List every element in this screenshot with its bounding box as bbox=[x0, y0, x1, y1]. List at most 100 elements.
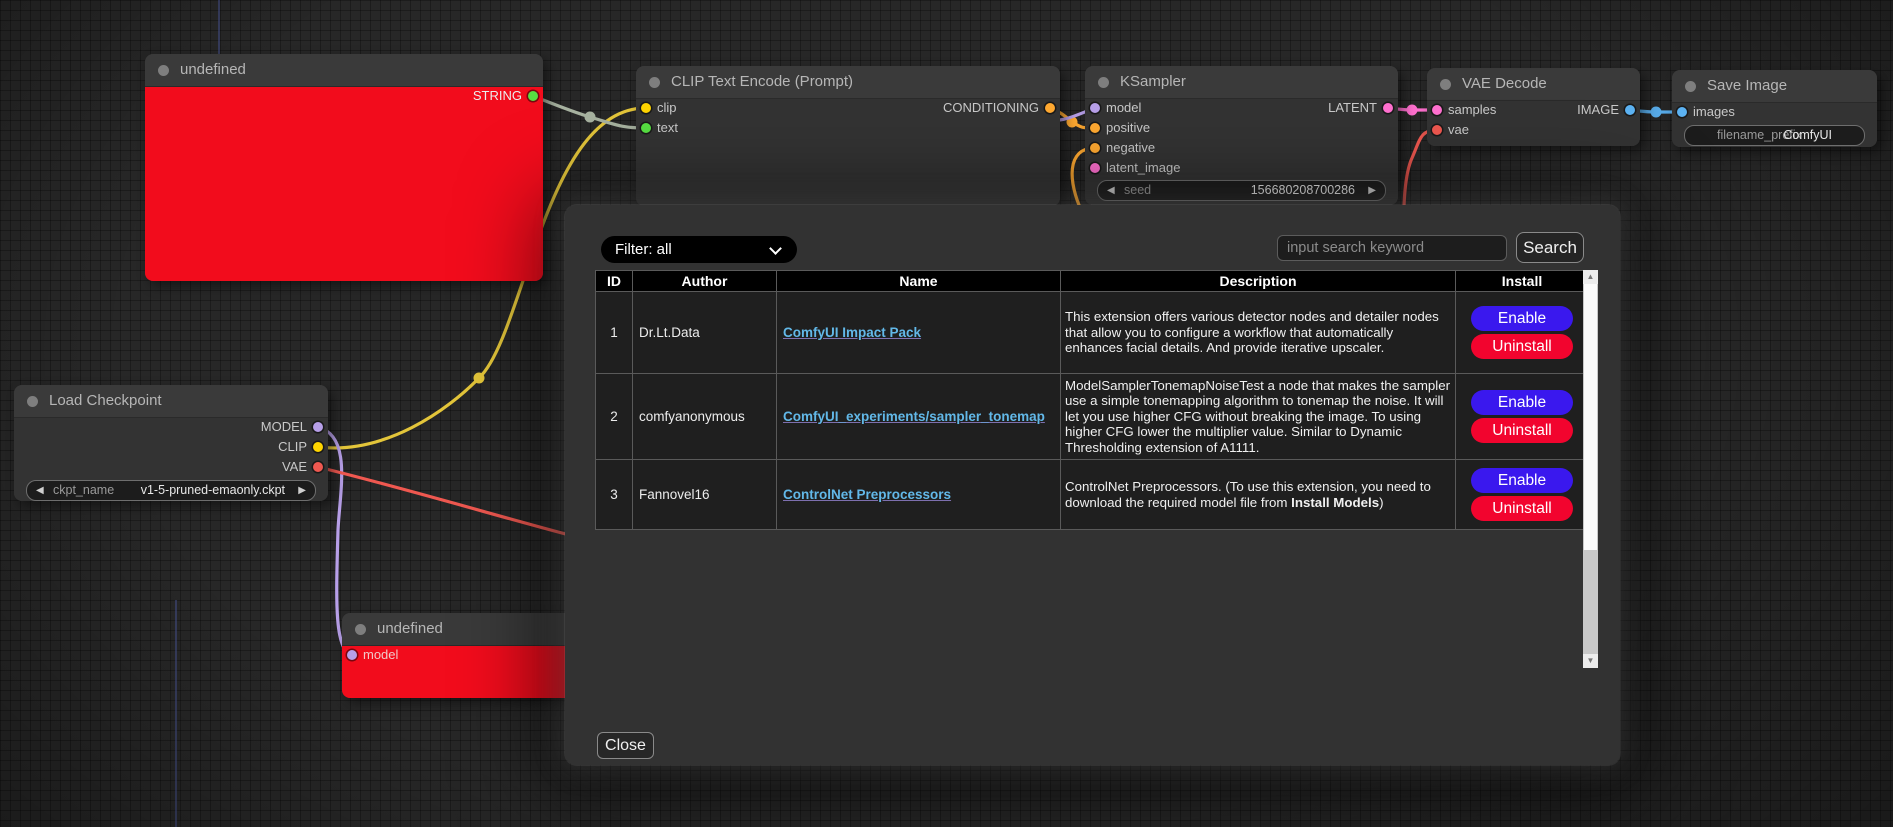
node-title-bar[interactable]: undefined bbox=[145, 54, 543, 86]
enable-button[interactable]: Enable bbox=[1471, 468, 1573, 493]
description-text: ) bbox=[1379, 495, 1383, 510]
uninstall-button[interactable]: Uninstall bbox=[1471, 496, 1573, 521]
close-button[interactable]: Close bbox=[597, 732, 654, 759]
collapse-dot[interactable] bbox=[1098, 77, 1109, 88]
node-load-checkpoint[interactable]: Load CheckpointMODELCLIPVAE◀▶ckpt_namev1… bbox=[14, 385, 328, 501]
node-title: undefined bbox=[377, 620, 443, 637]
collapse-dot[interactable] bbox=[355, 624, 366, 635]
widget-label: ckpt_name bbox=[53, 483, 114, 498]
reroute-dot[interactable] bbox=[1407, 105, 1418, 116]
column-header-author: Author bbox=[633, 271, 777, 292]
scroll-up-arrow-icon[interactable]: ▲ bbox=[1583, 270, 1598, 284]
extension-link[interactable]: ControlNet Preprocessors bbox=[783, 487, 951, 502]
output-LATENT-label: LATENT bbox=[1328, 100, 1377, 116]
filter-select[interactable]: Filter: all bbox=[601, 236, 797, 263]
input-negative-dot[interactable] bbox=[1090, 143, 1100, 153]
output-MODEL-dot[interactable] bbox=[313, 422, 323, 432]
input-positive-dot[interactable] bbox=[1090, 123, 1100, 133]
node-title-bar[interactable]: KSampler bbox=[1085, 66, 1398, 98]
output-VAE-label: VAE bbox=[282, 459, 307, 475]
description-bold-text: Install Models bbox=[1291, 495, 1379, 510]
collapse-dot[interactable] bbox=[649, 77, 660, 88]
node-title-bar[interactable]: Save Image bbox=[1672, 70, 1877, 102]
extension-manager-dialog: Filter: all Search IDAuthorNameDescripti… bbox=[565, 205, 1620, 765]
extension-link[interactable]: ComfyUI_experiments/sampler_tonemap bbox=[783, 409, 1045, 424]
scroll-down-arrow-icon[interactable]: ▼ bbox=[1583, 654, 1598, 668]
collapse-dot[interactable] bbox=[1685, 81, 1696, 92]
cell-author: comfyanonymous bbox=[633, 374, 777, 460]
filter-select-label: Filter: all bbox=[615, 241, 672, 258]
reroute-dot[interactable] bbox=[1651, 107, 1662, 118]
cell-name: ComfyUI_experiments/sampler_tonemap bbox=[777, 374, 1061, 460]
node-undefined-string[interactable]: undefinedSTRING bbox=[145, 54, 543, 281]
node-title-bar[interactable]: CLIP Text Encode (Prompt) bbox=[636, 66, 1060, 98]
output-CONDITIONING-dot[interactable] bbox=[1045, 103, 1055, 113]
output-CLIP-dot[interactable] bbox=[313, 442, 323, 452]
output-IMAGE-dot[interactable] bbox=[1625, 105, 1635, 115]
node-body bbox=[145, 86, 543, 281]
node-vae-decode[interactable]: VAE DecodesamplesvaeIMAGE bbox=[1427, 68, 1640, 146]
table-header-row: IDAuthorNameDescriptionInstall bbox=[596, 271, 1589, 292]
node-title: Load Checkpoint bbox=[49, 392, 162, 409]
input-text-dot[interactable] bbox=[641, 123, 651, 133]
input-model-dot[interactable] bbox=[347, 650, 357, 660]
scrollbar-thumb[interactable] bbox=[1584, 284, 1597, 550]
enable-button[interactable]: Enable bbox=[1471, 306, 1573, 331]
node-title: VAE Decode bbox=[1462, 75, 1547, 92]
collapse-dot[interactable] bbox=[1440, 79, 1451, 90]
node-title-bar[interactable]: VAE Decode bbox=[1427, 68, 1640, 100]
output-VAE-dot[interactable] bbox=[313, 462, 323, 472]
cell-id: 1 bbox=[596, 292, 633, 374]
description-text: ModelSamplerTonemapNoiseTest a node that… bbox=[1065, 378, 1450, 455]
table-scrollbar[interactable]: ▲ ▼ bbox=[1583, 270, 1598, 668]
widget-value: 156680208700286 bbox=[1251, 183, 1355, 198]
search-button[interactable]: Search bbox=[1516, 232, 1584, 263]
widget-seed[interactable]: ◀▶seed156680208700286 bbox=[1097, 180, 1386, 201]
cell-name: ControlNet Preprocessors bbox=[777, 460, 1061, 530]
input-images-dot[interactable] bbox=[1677, 107, 1687, 117]
cell-id: 2 bbox=[596, 374, 633, 460]
input-positive-label: positive bbox=[1106, 120, 1150, 136]
node-title-bar[interactable]: Load Checkpoint bbox=[14, 385, 328, 417]
input-latent_image-dot[interactable] bbox=[1090, 163, 1100, 173]
widget-value: v1-5-pruned-emaonly.ckpt bbox=[141, 483, 285, 498]
node-title: CLIP Text Encode (Prompt) bbox=[671, 73, 853, 90]
node-ksampler[interactable]: KSamplermodelpositivenegativelatent_imag… bbox=[1085, 66, 1398, 205]
collapse-dot[interactable] bbox=[27, 396, 38, 407]
widget-value: ComfyUI bbox=[1783, 128, 1832, 143]
input-clip-dot[interactable] bbox=[641, 103, 651, 113]
collapse-dot[interactable] bbox=[158, 65, 169, 76]
widget-decrement-icon[interactable]: ◀ bbox=[1107, 184, 1115, 197]
graph-canvas[interactable]: Filter: all Search IDAuthorNameDescripti… bbox=[0, 0, 1893, 827]
output-LATENT-dot[interactable] bbox=[1383, 103, 1393, 113]
widget-ckpt_name[interactable]: ◀ ▶ ckpt_name v1-5-pruned-emaonly.ckpt bbox=[26, 480, 316, 501]
enable-button[interactable]: Enable bbox=[1471, 390, 1573, 415]
extension-row-1: 1Dr.Lt.DataComfyUI Impact PackThis exten… bbox=[596, 292, 1589, 374]
cell-install: Enable Uninstall bbox=[1456, 374, 1589, 460]
column-header-name: Name bbox=[777, 271, 1061, 292]
search-input[interactable] bbox=[1277, 235, 1507, 261]
uninstall-button[interactable]: Uninstall bbox=[1471, 334, 1573, 359]
node-clip-text-encode[interactable]: CLIP Text Encode (Prompt)cliptextCONDITI… bbox=[636, 66, 1060, 206]
widget-filename_prefix[interactable]: filename_prefixComfyUI bbox=[1684, 125, 1865, 146]
input-model-label: model bbox=[1106, 100, 1141, 116]
extension-link[interactable]: ComfyUI Impact Pack bbox=[783, 325, 921, 340]
widget-increment-icon[interactable]: ▶ bbox=[298, 484, 306, 497]
reroute-dot[interactable] bbox=[474, 373, 485, 384]
cell-author: Fannovel16 bbox=[633, 460, 777, 530]
output-CONDITIONING-label: CONDITIONING bbox=[943, 100, 1039, 116]
node-save-image[interactable]: Save Imageimagesfilename_prefixComfyUI bbox=[1672, 70, 1877, 147]
output-MODEL-label: MODEL bbox=[261, 419, 307, 435]
input-text-label: text bbox=[657, 120, 678, 136]
output-STRING-dot[interactable] bbox=[528, 91, 538, 101]
reroute-dot[interactable] bbox=[585, 112, 596, 123]
uninstall-button[interactable]: Uninstall bbox=[1471, 418, 1573, 443]
cell-install: Enable Uninstall bbox=[1456, 460, 1589, 530]
input-vae-dot[interactable] bbox=[1432, 125, 1442, 135]
node-title: Save Image bbox=[1707, 77, 1787, 94]
input-model-dot[interactable] bbox=[1090, 103, 1100, 113]
widget-increment-icon[interactable]: ▶ bbox=[1368, 184, 1376, 197]
output-IMAGE-label: IMAGE bbox=[1577, 102, 1619, 118]
widget-decrement-icon[interactable]: ◀ bbox=[36, 484, 44, 497]
input-samples-dot[interactable] bbox=[1432, 105, 1442, 115]
